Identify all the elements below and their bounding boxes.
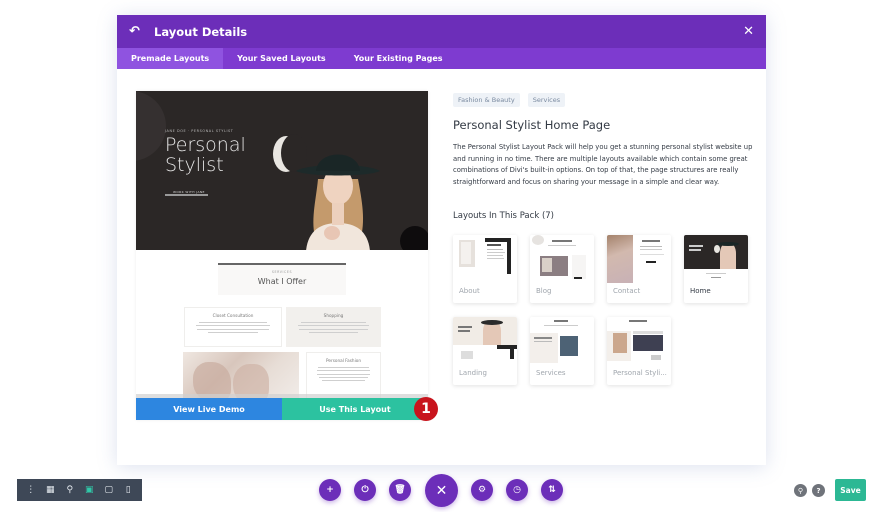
search-help-button[interactable]: ⚲	[794, 484, 807, 497]
tag-services[interactable]: Services	[527, 93, 566, 107]
service-card-title: Closet Consultation	[212, 313, 254, 318]
view-live-demo-button[interactable]: View Live Demo	[136, 398, 282, 420]
services-heading: What I Offer	[257, 277, 307, 286]
stylist-portrait-image	[296, 154, 380, 250]
phone-icon[interactable]: ▯	[121, 485, 135, 495]
decorative-circle	[136, 91, 166, 161]
history-button[interactable]: ◷	[506, 479, 528, 501]
contact-thumbnail-image	[607, 235, 671, 283]
tag-fashion-beauty[interactable]: Fashion & Beauty	[453, 93, 520, 107]
back-arrow-icon[interactable]: ↶	[129, 24, 147, 39]
home-thumbnail-image	[684, 235, 748, 283]
layout-description: The Personal Stylist Layout Pack will he…	[453, 143, 753, 186]
power-icon: ⏻	[361, 485, 369, 495]
layout-thumb-label: Contact	[613, 287, 641, 295]
desktop-icon[interactable]: ▣	[82, 485, 96, 495]
zoom-icon[interactable]: ⚲	[63, 485, 77, 495]
help-button[interactable]: ?	[812, 484, 825, 497]
step-badge: 1	[414, 397, 438, 421]
services-kicker: SERVICES	[271, 270, 293, 274]
layout-thumb-label: Landing	[459, 369, 487, 377]
trash-button[interactable]: 🗑	[389, 479, 411, 501]
help-icon: ?	[816, 486, 821, 495]
sort-icon: ⇅	[548, 485, 556, 495]
device-toolbar: ⋮ ▦ ⚲ ▣ ▢ ▯	[17, 479, 142, 501]
layout-thumb-label: Home	[690, 287, 711, 295]
tab-existing-pages[interactable]: Your Existing Pages	[340, 48, 457, 69]
portability-button[interactable]: ⇅	[541, 479, 563, 501]
service-card: Closet Consultation	[184, 307, 282, 347]
layout-thumb-label: About	[459, 287, 480, 295]
modal-tabs: Premade Layouts Your Saved Layouts Your …	[117, 48, 766, 69]
tab-saved-layouts[interactable]: Your Saved Layouts	[223, 48, 340, 69]
more-vertical-icon[interactable]: ⋮	[24, 485, 38, 495]
add-icon: +	[326, 485, 334, 495]
save-button[interactable]: Save	[835, 479, 866, 501]
layout-thumb-personal-stylist[interactable]: Personal Styli...	[607, 317, 671, 385]
trash-icon: 🗑	[394, 485, 406, 495]
landing-thumbnail-image	[453, 317, 517, 365]
close-icon[interactable]: ✕	[743, 24, 754, 39]
service-card-title: Shopping	[323, 313, 344, 318]
services-thumbnail-image	[530, 317, 594, 365]
close-icon: ✕	[435, 482, 448, 499]
close-builder-button[interactable]: ✕	[425, 474, 458, 507]
layout-thumb-home[interactable]: Home	[684, 235, 748, 303]
tablet-icon[interactable]: ▢	[102, 485, 116, 495]
wireframe-icon[interactable]: ▦	[43, 485, 57, 495]
services-heading-bar	[218, 263, 346, 265]
pack-title: Layouts In This Pack (7)	[453, 211, 554, 221]
about-thumbnail-image	[453, 235, 517, 283]
hero-heading-line1: Personal	[165, 134, 246, 156]
layout-thumb-about[interactable]: About	[453, 235, 517, 303]
gear-icon: ⚙	[477, 485, 487, 495]
search-icon: ⚲	[797, 486, 804, 495]
modal-title: Layout Details	[154, 24, 248, 39]
layout-thumb-landing[interactable]: Landing	[453, 317, 517, 385]
decorative-dot	[400, 226, 428, 250]
service-card: Shopping	[286, 307, 381, 347]
layout-thumb-label: Personal Styli...	[613, 369, 667, 377]
settings-button[interactable]: ⚙	[471, 479, 493, 501]
testimonials-thumbnail-image	[607, 317, 671, 365]
layout-thumb-services[interactable]: Services	[530, 317, 594, 385]
layout-tags: Fashion & Beauty Services	[453, 93, 566, 107]
preview-hero: JANE DOE · PERSONAL STYLIST Personal Sty…	[136, 91, 428, 250]
layout-thumb-blog[interactable]: Blog	[530, 235, 594, 303]
hero-heading-line2: Stylist	[165, 154, 224, 176]
blog-thumbnail-image	[530, 235, 594, 283]
use-this-layout-button[interactable]: Use This Layout	[282, 398, 428, 420]
layout-thumb-label: Services	[536, 369, 566, 377]
layout-thumb-contact[interactable]: Contact	[607, 235, 671, 303]
hero-cta-underline	[165, 194, 208, 196]
layout-thumb-label: Blog	[536, 287, 552, 295]
preview-actions: View Live Demo Use This Layout	[136, 398, 428, 420]
layout-preview[interactable]: JANE DOE · PERSONAL STYLIST Personal Sty…	[136, 91, 428, 420]
power-button[interactable]: ⏻	[354, 479, 376, 501]
hero-kicker: JANE DOE · PERSONAL STYLIST	[165, 129, 234, 133]
layout-title: Personal Stylist Home Page	[453, 118, 611, 132]
modal-header: ↶ Layout Details ✕	[117, 15, 766, 48]
history-icon: ◷	[513, 485, 521, 495]
tab-premade-layouts[interactable]: Premade Layouts	[117, 48, 224, 69]
add-button[interactable]: +	[319, 479, 341, 501]
hero-heading: Personal Stylist	[165, 135, 246, 175]
service-card-title: Personal Fashion	[326, 358, 361, 363]
layout-details-modal: ↶ Layout Details ✕ Premade Layouts Your …	[117, 15, 766, 465]
